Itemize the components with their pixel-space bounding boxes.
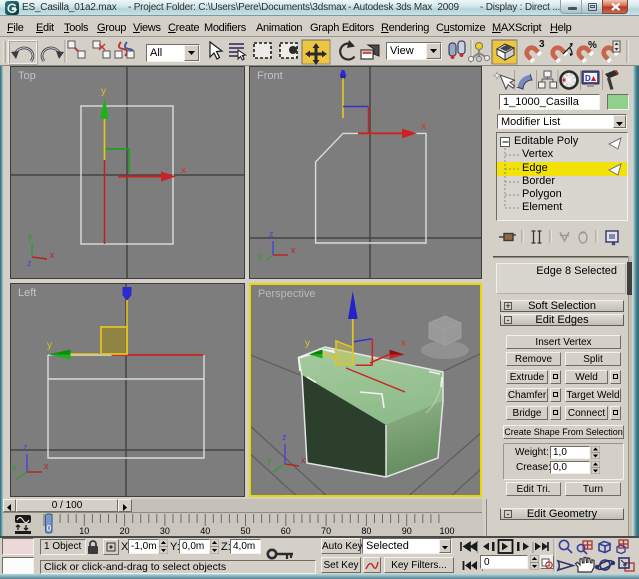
svg-text:y: y [12,462,17,472]
svg-text:%: % [588,40,597,51]
svg-text:80: 80 [361,526,371,536]
svg-text:y: y [258,251,263,261]
svg-text:x: x [50,250,55,260]
svg-text:y: y [267,455,272,465]
svg-text:z: z [282,432,287,442]
svg-text:10: 10 [79,526,89,536]
svg-text:50: 50 [240,526,250,536]
svg-text:70: 70 [321,526,331,536]
svg-text:D: D [585,74,591,83]
svg-text:30: 30 [160,526,170,536]
svg-text:x: x [301,455,306,465]
svg-text:0: 0 [47,524,52,533]
svg-text:x: x [291,245,296,255]
svg-text:60: 60 [281,526,291,536]
svg-text:z: z [23,442,28,452]
svg-text:20: 20 [120,526,130,536]
svg-text:z: z [27,258,32,268]
svg-text:y: y [47,340,52,351]
svg-text:x: x [401,338,406,349]
svg-text:x: x [421,121,426,132]
svg-text:y: y [305,338,310,349]
svg-text:40: 40 [200,526,210,536]
svg-text:90: 90 [402,526,412,536]
svg-text:y: y [28,231,33,241]
svg-text:3: 3 [539,39,545,50]
svg-text:z: z [269,229,274,239]
svg-text:x: x [181,165,186,176]
svg-text:100: 100 [439,526,454,536]
svg-text:x: x [44,461,49,471]
svg-text:y: y [101,86,106,97]
